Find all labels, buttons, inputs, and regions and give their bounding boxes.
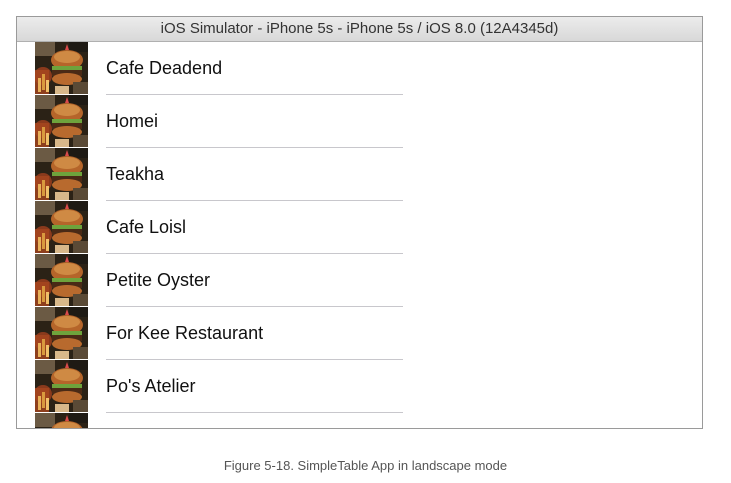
restaurant-thumbnail-image [35, 42, 88, 94]
restaurant-name-label: For Kee Restaurant [106, 323, 264, 343]
simulator-window: iOS Simulator - iPhone 5s - iPhone 5s / … [16, 16, 703, 429]
table-row[interactable] [17, 413, 702, 428]
window-title-bar[interactable]: iOS Simulator - iPhone 5s - iPhone 5s / … [17, 17, 702, 42]
restaurant-thumbnail-image [35, 95, 88, 147]
restaurant-thumbnail-image [35, 201, 88, 253]
table-row[interactable]: Teakha [17, 148, 702, 201]
table-row[interactable]: For Kee Restaurant [17, 307, 702, 360]
table-row[interactable]: Homei [17, 95, 702, 148]
restaurant-thumbnail-image [35, 307, 88, 359]
restaurant-thumbnail-image [35, 148, 88, 200]
restaurant-name-label: Petite Oyster [106, 270, 211, 290]
restaurant-thumbnail-image [35, 360, 88, 412]
table-row[interactable]: Cafe Deadend [17, 42, 702, 95]
table-row[interactable]: Petite Oyster [17, 254, 702, 307]
restaurant-name-label: Teakha [106, 164, 165, 184]
table-row[interactable]: Po's Atelier [17, 360, 702, 413]
restaurant-thumbnail-image [35, 254, 88, 306]
restaurant-table-view[interactable]: Cafe Deadend Homei Teakha Cafe Loisl Pet… [17, 42, 702, 428]
restaurant-thumbnail-image [35, 413, 88, 428]
restaurant-name-label: Po's Atelier [106, 376, 196, 396]
table-row[interactable]: Cafe Loisl [17, 201, 702, 254]
restaurant-name-label: Cafe Deadend [106, 58, 223, 78]
figure-caption: Figure 5-18. SimpleTable App in landscap… [223, 458, 508, 473]
restaurant-name-label: Cafe Loisl [106, 217, 187, 237]
restaurant-name-label: Homei [106, 111, 159, 131]
window-title: iOS Simulator - iPhone 5s - iPhone 5s / … [160, 20, 559, 37]
